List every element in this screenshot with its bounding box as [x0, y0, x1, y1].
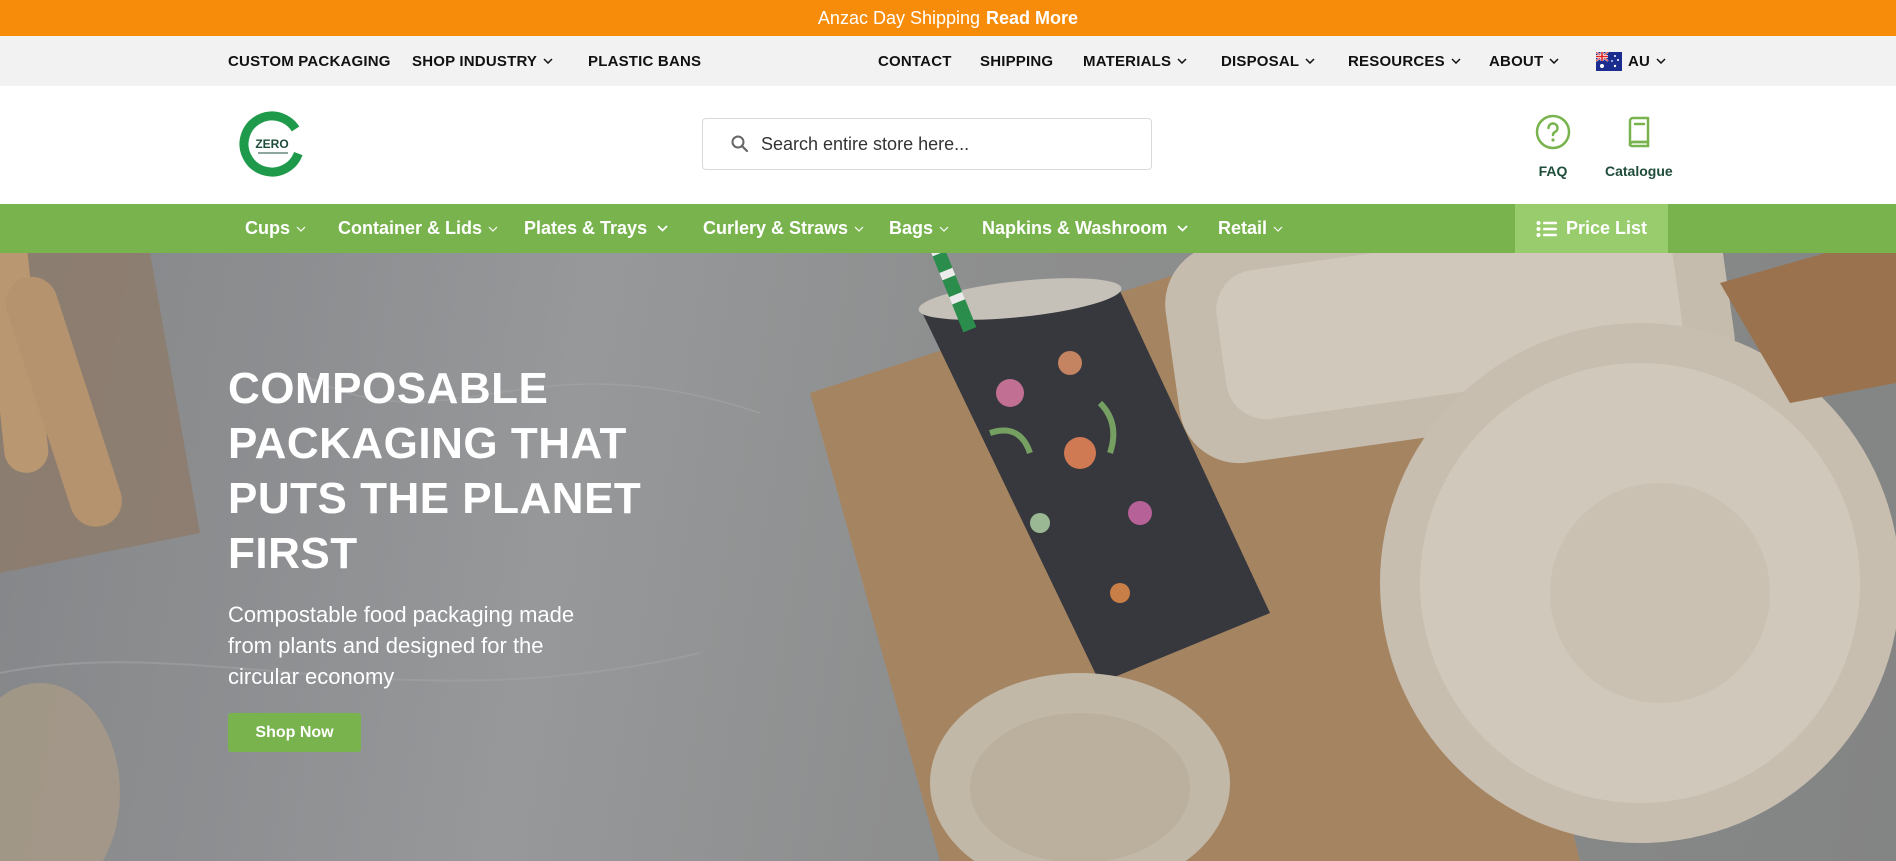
logo-text: ZERO: [255, 137, 288, 151]
search-input[interactable]: [761, 133, 1121, 155]
util-materials-label: MATERIALS: [1083, 52, 1172, 70]
site-logo[interactable]: ZERO: [238, 110, 306, 178]
faq-label: FAQ: [1538, 163, 1568, 179]
util-about[interactable]: ABOUT: [1489, 36, 1559, 86]
hero-banner: COMPOSABLE PACKAGING THAT PUTS THE PLANE…: [0, 253, 1896, 861]
util-resources-label: RESOURCES: [1348, 52, 1445, 70]
australia-flag-icon: [1595, 50, 1622, 71]
util-contact-label: CONTACT: [878, 52, 952, 70]
book-icon: [1621, 114, 1657, 155]
region-selector[interactable]: AU: [1595, 36, 1666, 86]
catalogue-link[interactable]: Catalogue: [1605, 114, 1673, 179]
chevron-down-icon: [1451, 58, 1461, 64]
chevron-down-icon: [854, 226, 864, 232]
cat-curlery-straws-label: Curlery & Straws: [703, 218, 849, 238]
search-icon[interactable]: [731, 135, 749, 153]
cat-plates-trays[interactable]: Plates & Trays: [524, 204, 668, 253]
cat-napkins-washroom[interactable]: Napkins & Washroom: [982, 204, 1189, 253]
util-custom-packaging[interactable]: CUSTOM PACKAGING: [228, 36, 391, 86]
region-label: AU: [1628, 52, 1651, 70]
search-box: [702, 118, 1152, 170]
cat-cups-label: Cups: [245, 218, 290, 238]
util-shipping[interactable]: SHIPPING: [980, 36, 1053, 86]
utility-nav: CUSTOM PACKAGING SHOP INDUSTRY PLASTIC B…: [0, 36, 1896, 86]
chevron-down-icon: [1305, 58, 1315, 64]
cat-napkins-washroom-label: Napkins & Washroom: [982, 218, 1168, 238]
chevron-down-icon: [1656, 58, 1666, 64]
cat-bags[interactable]: Bags: [889, 204, 949, 253]
announcement-bar: Anzac Day Shipping Read More: [0, 0, 1896, 36]
question-circle-icon: [1535, 114, 1571, 155]
chevron-down-icon: [488, 226, 498, 232]
announcement-text: Anzac Day Shipping: [817, 7, 981, 28]
cat-retail-label: Retail: [1218, 218, 1268, 238]
util-about-label: ABOUT: [1489, 52, 1544, 70]
announcement-read-more-link[interactable]: Read More: [986, 8, 1078, 29]
util-plastic-bans[interactable]: PLASTIC BANS: [588, 36, 701, 86]
util-disposal-label: DISPOSAL: [1221, 52, 1300, 70]
cat-container-lids-label: Container & Lids: [338, 218, 483, 238]
util-shipping-label: SHIPPING: [980, 52, 1054, 70]
util-plastic-bans-label: PLASTIC BANS: [588, 52, 702, 70]
util-shop-industry-label: SHOP INDUSTRY: [412, 52, 538, 70]
util-custom-packaging-label: CUSTOM PACKAGING: [228, 52, 391, 70]
util-shop-industry[interactable]: SHOP INDUSTRY: [412, 36, 553, 86]
category-nav: Cups Container & Lids Plates & Trays Cur…: [0, 204, 1896, 253]
faq-link[interactable]: FAQ: [1535, 114, 1571, 179]
util-disposal[interactable]: DISPOSAL: [1221, 36, 1315, 86]
cat-container-lids[interactable]: Container & Lids: [338, 204, 498, 253]
price-list-label: Price List: [1565, 218, 1648, 238]
cat-cups[interactable]: Cups: [245, 204, 306, 253]
chevron-down-icon: [1549, 58, 1559, 64]
cat-plates-trays-label: Plates & Trays: [524, 218, 648, 238]
util-resources[interactable]: RESOURCES: [1348, 36, 1461, 86]
cat-retail[interactable]: Retail: [1218, 204, 1283, 253]
chevron-down-icon: [1177, 58, 1187, 64]
chevron-down-icon: [296, 226, 306, 232]
hero-subtitle: Compostable food packaging made from pla…: [228, 602, 575, 689]
chevron-down-icon: [1177, 225, 1189, 232]
cat-curlery-straws[interactable]: Curlery & Straws: [703, 204, 864, 253]
chevron-down-icon: [657, 225, 668, 232]
shop-now-button[interactable]: Shop Now: [228, 713, 361, 752]
price-list-button[interactable]: Price List: [1515, 204, 1668, 253]
list-icon: [1536, 220, 1557, 237]
util-materials[interactable]: MATERIALS: [1083, 36, 1187, 86]
util-contact[interactable]: CONTACT: [878, 36, 952, 86]
chevron-down-icon: [939, 226, 949, 232]
hero-title: COMPOSABLE PACKAGING THAT PUTS THE PLANE…: [228, 364, 642, 578]
cat-bags-label: Bags: [889, 218, 934, 238]
site-header: ZERO FAQ Catalogue: [0, 86, 1896, 204]
chevron-down-icon: [1273, 226, 1283, 232]
catalogue-label: Catalogue: [1605, 163, 1673, 179]
chevron-down-icon: [543, 58, 553, 64]
